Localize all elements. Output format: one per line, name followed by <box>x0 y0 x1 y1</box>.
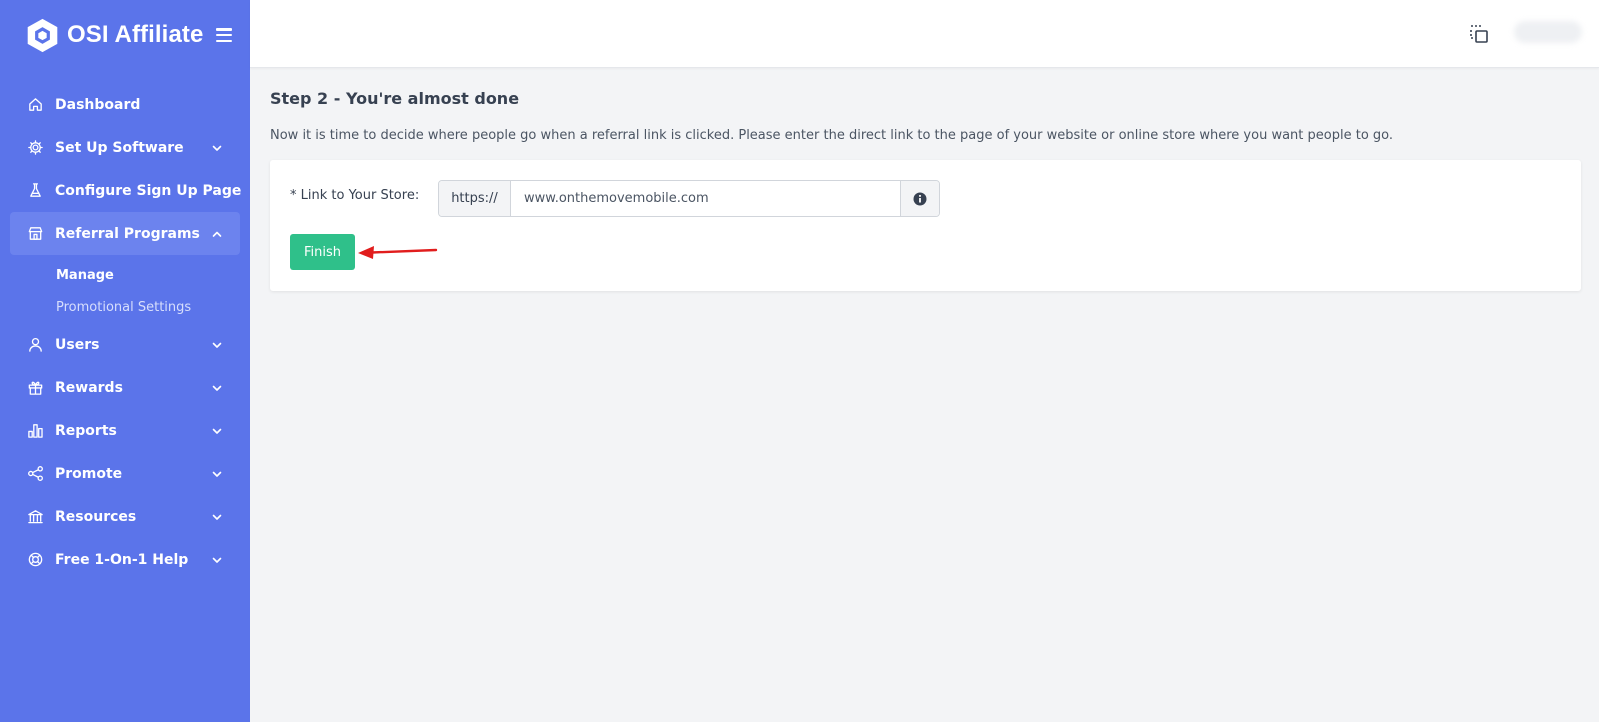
sidebar: OSI Affiliate Dashboard Set Up Software Co… <box>0 0 250 722</box>
brand: OSI Affiliate <box>0 0 250 70</box>
finish-button[interactable]: Finish <box>290 234 355 270</box>
sidebar-item-set-up-software[interactable]: Set Up Software <box>0 126 250 169</box>
sidebar-subitem-promotional-settings[interactable]: Promotional Settings <box>0 291 250 323</box>
chevron-down-icon[interactable] <box>212 143 222 153</box>
sidebar-nav: Dashboard Set Up Software Configure Sign U… <box>0 70 250 581</box>
chevron-down-icon[interactable] <box>212 512 222 522</box>
chevron-down-icon[interactable] <box>212 340 222 350</box>
hamburger-menu-icon[interactable] <box>216 28 233 42</box>
page-title: Step 2 - You're almost done <box>270 89 520 108</box>
osi-logo-icon[interactable] <box>24 17 61 54</box>
bar-chart-icon <box>27 422 44 439</box>
top-bar <box>250 0 1599 68</box>
sidebar-item-dashboard[interactable]: Dashboard <box>0 83 250 126</box>
sidebar-item-label: Free 1-On-1 Help <box>55 551 189 568</box>
sidebar-item-label: Rewards <box>55 379 123 396</box>
chevron-down-icon[interactable] <box>212 555 222 565</box>
sidebar-item-label: Promote <box>55 465 123 482</box>
info-icon[interactable] <box>900 181 939 216</box>
url-prefix: https:// <box>439 181 511 216</box>
gift-icon <box>27 379 44 396</box>
storefront-icon <box>27 225 44 242</box>
main-content: Step 2 - You're almost done Now it is ti… <box>270 68 1581 291</box>
chevron-down-icon[interactable] <box>212 469 222 479</box>
store-link-label: * Link to Your Store: <box>290 188 420 203</box>
lifebuoy-icon <box>27 551 44 568</box>
sidebar-item-label: Users <box>55 336 100 353</box>
sidebar-item-users[interactable]: Users <box>0 323 250 366</box>
home-icon <box>27 96 44 113</box>
sidebar-item-resources[interactable]: Resources <box>0 495 250 538</box>
share-icon <box>27 465 44 482</box>
sidebar-item-label: Resources <box>55 508 137 525</box>
sidebar-item-label: Referral Programs <box>55 225 200 242</box>
chevron-down-icon[interactable] <box>212 426 222 436</box>
sidebar-item-free-1-on-1-help[interactable]: Free 1-On-1 Help <box>0 538 250 581</box>
store-link-input-group: https:// <box>438 180 940 217</box>
chevron-down-icon[interactable] <box>212 383 222 393</box>
brand-name: OSI Affiliate <box>67 21 204 48</box>
sidebar-subitem-manage[interactable]: Manage <box>0 259 250 291</box>
page-description: Now it is time to decide where people go… <box>270 128 1394 143</box>
gear-icon <box>27 139 44 156</box>
sidebar-submenu: Manage Promotional Settings <box>0 255 250 323</box>
sidebar-item-label: Dashboard <box>55 96 141 113</box>
red-arrow-annotation <box>358 246 438 259</box>
store-link-input[interactable] <box>511 181 900 216</box>
sidebar-item-reports[interactable]: Reports <box>0 409 250 452</box>
flask-icon <box>27 182 44 199</box>
sidebar-item-referral-programs[interactable]: Referral Programs <box>10 212 240 255</box>
sidebar-item-configure-sign-up-page[interactable]: Configure Sign Up Page <box>0 169 250 212</box>
bank-icon <box>27 508 44 525</box>
sidebar-item-label: Configure Sign Up Page <box>55 182 242 199</box>
user-icon <box>27 336 44 353</box>
user-avatar[interactable] <box>1514 21 1582 43</box>
sidebar-item-label: Set Up Software <box>55 139 184 156</box>
sidebar-item-label: Reports <box>55 422 117 439</box>
sidebar-item-promote[interactable]: Promote <box>0 452 250 495</box>
copy-window-icon[interactable] <box>1469 24 1489 44</box>
chevron-up-icon[interactable] <box>212 229 222 239</box>
sidebar-item-rewards[interactable]: Rewards <box>0 366 250 409</box>
store-link-card: * Link to Your Store: https:// Finish <box>270 160 1581 291</box>
